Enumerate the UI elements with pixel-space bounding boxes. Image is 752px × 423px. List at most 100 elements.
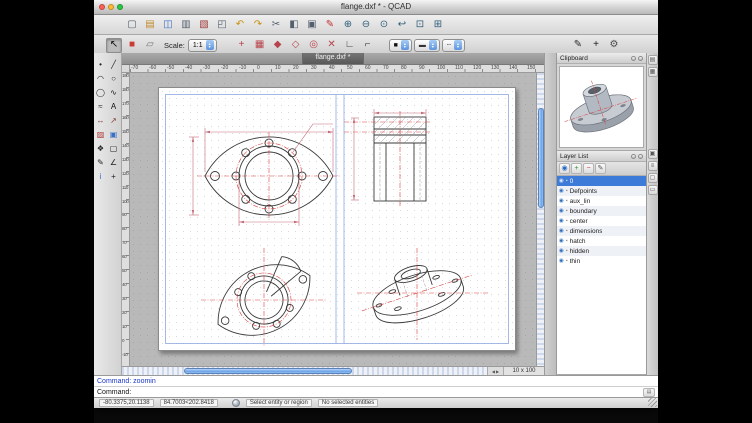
spline-tool-button[interactable]: ∿ bbox=[107, 86, 120, 99]
library-browser-toggle-button[interactable]: ▦ bbox=[648, 67, 658, 77]
circle-tool-button[interactable]: ○ bbox=[107, 72, 120, 85]
command-line-toggle-button[interactable]: ▭ bbox=[648, 185, 658, 195]
zoom-in-button[interactable]: ⊕ bbox=[340, 17, 356, 32]
new-file-button[interactable]: ▢ bbox=[124, 17, 140, 32]
remove-layer-button[interactable]: − bbox=[583, 163, 594, 174]
leader-tool-button[interactable]: ↗ bbox=[107, 114, 120, 127]
color-combo[interactable]: ■▴▾ bbox=[389, 39, 412, 52]
layer-row-hidden[interactable]: ◉▪hidden bbox=[557, 246, 646, 256]
scroll-left-icon[interactable]: ◀ bbox=[492, 369, 495, 374]
select-tool-button[interactable]: ▢ bbox=[107, 142, 120, 155]
layer-lock-icon[interactable]: ▪ bbox=[566, 248, 568, 254]
drawing-canvas[interactable] bbox=[130, 73, 536, 366]
cut-button[interactable]: ✂ bbox=[268, 17, 284, 32]
preferences-button[interactable]: ⚙ bbox=[606, 38, 622, 53]
paste-button[interactable]: ▣ bbox=[304, 17, 320, 32]
copy-button[interactable]: ◧ bbox=[286, 17, 302, 32]
document-tab[interactable]: flange.dxf * bbox=[302, 53, 363, 64]
erase-button[interactable]: ▱ bbox=[142, 38, 158, 53]
line-tool-button[interactable]: ╱ bbox=[107, 58, 120, 71]
vertical-scrollbar[interactable] bbox=[536, 73, 544, 366]
ellipse-tool-button[interactable]: ◯ bbox=[94, 86, 107, 99]
layer-lock-icon[interactable]: ▪ bbox=[566, 198, 568, 204]
horizontal-scrollbar-thumb[interactable] bbox=[184, 368, 352, 375]
point-tool-button[interactable]: • bbox=[94, 58, 107, 71]
block-list-toggle-button[interactable]: ▢ bbox=[648, 173, 658, 183]
layer-list-toggle-button[interactable]: ≡ bbox=[648, 161, 658, 171]
image-tool-button[interactable]: ▣ bbox=[107, 128, 120, 141]
layer-visible-icon[interactable]: ◉ bbox=[559, 238, 564, 244]
horizontal-scrollbar[interactable] bbox=[122, 367, 487, 375]
command-input[interactable] bbox=[131, 388, 643, 397]
save-file-button[interactable]: ◫ bbox=[160, 17, 176, 32]
layer-visible-icon[interactable]: ◉ bbox=[559, 198, 564, 204]
zoom-button[interactable] bbox=[117, 4, 123, 10]
snap-endpoint-button[interactable]: ◆ bbox=[270, 38, 286, 53]
layer-row-center[interactable]: ◉▪center bbox=[557, 216, 646, 226]
window-resize-grip[interactable] bbox=[648, 398, 657, 407]
layer-lock-icon[interactable]: ▪ bbox=[566, 258, 568, 264]
layer-visible-icon[interactable]: ◉ bbox=[559, 188, 564, 194]
dimension-tool-button[interactable]: ↔ bbox=[94, 114, 107, 127]
command-options-button[interactable]: ▤ bbox=[643, 388, 655, 397]
block-tool-button[interactable]: ❖ bbox=[94, 142, 107, 155]
crosshair-button[interactable]: + bbox=[588, 38, 604, 53]
snap-free-button[interactable]: + bbox=[234, 38, 250, 53]
layer-row-0[interactable]: ◉▪0 bbox=[557, 176, 646, 186]
layer-row-hatch[interactable]: ◉▪hatch bbox=[557, 236, 646, 246]
scroll-arrows[interactable]: ◀▶ bbox=[487, 367, 503, 375]
layer-lock-icon[interactable]: ▪ bbox=[566, 218, 568, 224]
selection-pointer-button[interactable]: ↖ bbox=[106, 38, 122, 53]
restrict-horizontal-button[interactable]: ⌐ bbox=[360, 38, 376, 53]
undo-button[interactable]: ↶ bbox=[232, 17, 248, 32]
modify-tool-button[interactable]: ✎ bbox=[94, 156, 107, 169]
close-button[interactable] bbox=[99, 4, 105, 10]
layer-lock-icon[interactable]: ▪ bbox=[566, 228, 568, 234]
layer-visible-icon[interactable]: ◉ bbox=[559, 228, 564, 234]
minimize-button[interactable] bbox=[108, 4, 114, 10]
layer-row-thin[interactable]: ◉▪thin bbox=[557, 256, 646, 266]
draw-pen-button[interactable]: ✎ bbox=[322, 17, 338, 32]
zoom-pan-button[interactable]: ⊞ bbox=[430, 17, 446, 32]
panel-close-button[interactable] bbox=[638, 56, 643, 61]
layer-row-boundary[interactable]: ◉▪boundary bbox=[557, 206, 646, 216]
layer-lock-icon[interactable]: ▪ bbox=[566, 188, 568, 194]
title-bar[interactable]: flange.dxf * - QCAD bbox=[94, 0, 658, 15]
layer-visible-icon[interactable]: ◉ bbox=[559, 248, 564, 254]
snap-intersection-button[interactable]: ✕ bbox=[324, 38, 340, 53]
dock-splitter[interactable] bbox=[544, 53, 556, 375]
open-file-button[interactable]: ▤ bbox=[142, 17, 158, 32]
layer-visible-icon[interactable]: ◉ bbox=[559, 258, 564, 264]
toggle-visibility-button[interactable]: ◉ bbox=[559, 163, 570, 174]
info-tool-button[interactable]: i bbox=[94, 170, 107, 183]
redo-button[interactable]: ↷ bbox=[250, 17, 266, 32]
snap-middle-button[interactable]: ◇ bbox=[288, 38, 304, 53]
hatch-tool-button[interactable]: ▨ bbox=[94, 128, 107, 141]
vertical-scrollbar-thumb[interactable] bbox=[538, 108, 544, 208]
panel-close-button[interactable] bbox=[638, 154, 643, 159]
layer-lock-icon[interactable]: ▪ bbox=[566, 208, 568, 214]
add-layer-button[interactable]: + bbox=[571, 163, 582, 174]
layer-row-Defpoints[interactable]: ◉▪Defpoints bbox=[557, 186, 646, 196]
clipboard-panel-toggle-button[interactable]: ▣ bbox=[648, 149, 658, 159]
print-preview-button[interactable]: ◰ bbox=[214, 17, 230, 32]
layer-visible-icon[interactable]: ◉ bbox=[559, 208, 564, 214]
pen-settings-button[interactable]: ✎ bbox=[570, 38, 586, 53]
layer-lock-icon[interactable]: ▪ bbox=[566, 178, 568, 184]
print-button[interactable]: ▥ bbox=[178, 17, 194, 32]
layer-visible-icon[interactable]: ◉ bbox=[559, 178, 564, 184]
zoom-auto-button[interactable]: ⊙ bbox=[376, 17, 392, 32]
layer-visible-icon[interactable]: ◉ bbox=[559, 218, 564, 224]
arc-tool-button[interactable]: ◠ bbox=[94, 72, 107, 85]
snap-grid-button[interactable]: ▦ bbox=[252, 38, 268, 53]
layer-row-dimensions[interactable]: ◉▪dimensions bbox=[557, 226, 646, 236]
zoom-previous-button[interactable]: ↩ bbox=[394, 17, 410, 32]
panel-float-button[interactable] bbox=[631, 154, 636, 159]
layer-lock-icon[interactable]: ▪ bbox=[566, 238, 568, 244]
export-pdf-button[interactable]: ▧ bbox=[196, 17, 212, 32]
layer-row-aux_lin[interactable]: ◉▪aux_lin bbox=[557, 196, 646, 206]
edit-layer-button[interactable]: ✎ bbox=[595, 163, 606, 174]
text-tool-button[interactable]: A bbox=[107, 100, 120, 113]
panel-float-button[interactable] bbox=[631, 56, 636, 61]
snap-center-button[interactable]: ◎ bbox=[306, 38, 322, 53]
